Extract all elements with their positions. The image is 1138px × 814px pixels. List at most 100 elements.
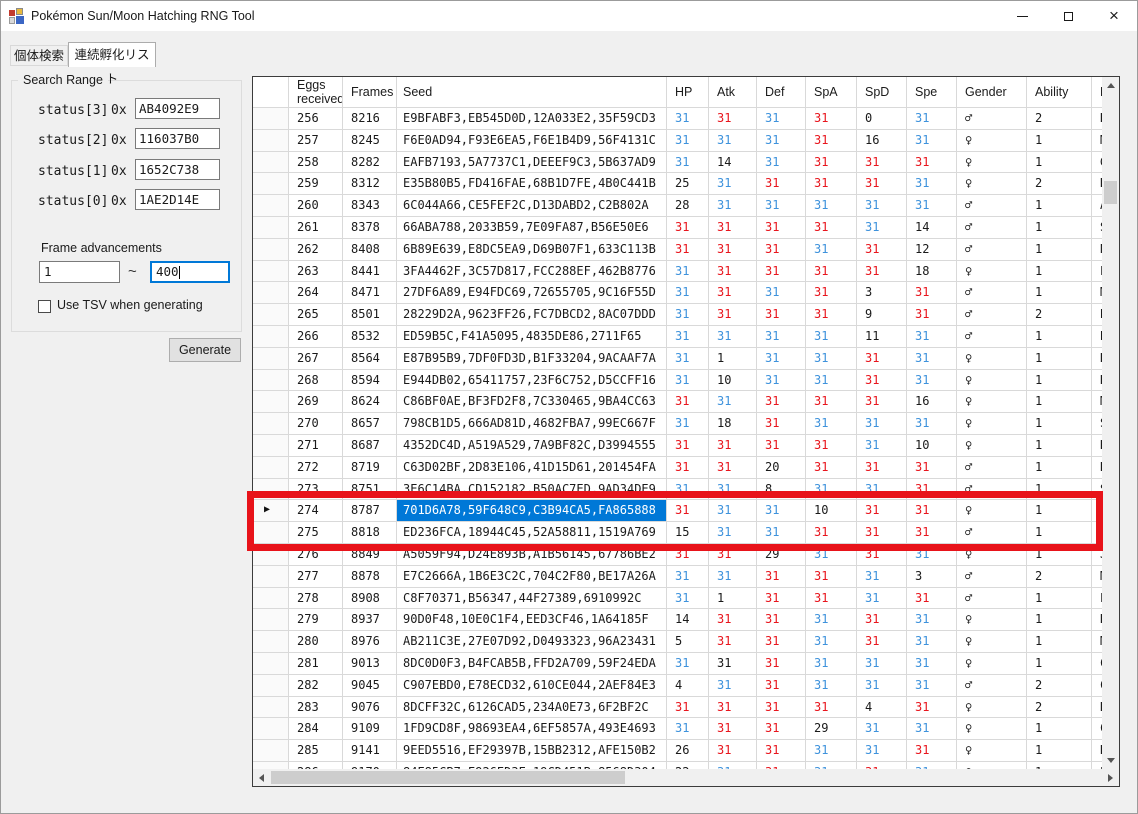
cell-frames[interactable]: 8594 bbox=[343, 370, 397, 391]
cell-ability[interactable]: 1 bbox=[1027, 326, 1092, 347]
cell-seed[interactable]: 27DF6A89,E94FDC69,72655705,9C16F55D bbox=[397, 282, 667, 303]
cell-def[interactable]: 31 bbox=[757, 588, 806, 609]
cell-spd[interactable]: 31 bbox=[857, 413, 907, 434]
cell-eggs-received[interactable]: 259 bbox=[289, 173, 343, 194]
status1-input[interactable]: 1652C738 bbox=[135, 159, 220, 180]
cell-ability[interactable]: 1 bbox=[1027, 370, 1092, 391]
cell-gender[interactable]: ♀ bbox=[957, 130, 1027, 151]
cell-hp[interactable]: 5 bbox=[667, 631, 709, 652]
cell-frames[interactable]: 8937 bbox=[343, 609, 397, 630]
cell-ability[interactable]: 1 bbox=[1027, 653, 1092, 674]
cell-seed[interactable]: 9EED5516,EF29397B,15BB2312,AFE150B2 bbox=[397, 740, 667, 761]
cell-hp[interactable]: 31 bbox=[667, 108, 709, 129]
cell-def[interactable]: 31 bbox=[757, 435, 806, 456]
scroll-right-button[interactable] bbox=[1102, 769, 1119, 786]
cell-spd[interactable]: 31 bbox=[857, 195, 907, 216]
cell-seed[interactable]: 6B89E639,E8DC5EA9,D69B07F1,633C113B bbox=[397, 239, 667, 260]
cell-eggs-received[interactable]: 282 bbox=[289, 675, 343, 696]
cell-seed[interactable]: C63D02BF,2D83E106,41D15D61,201454FA bbox=[397, 457, 667, 478]
cell-spe[interactable]: 31 bbox=[907, 282, 957, 303]
cell-spd[interactable]: 31 bbox=[857, 348, 907, 369]
cell-atk[interactable]: 1 bbox=[709, 588, 757, 609]
row-header-cell[interactable] bbox=[253, 718, 289, 739]
cell-spa[interactable]: 31 bbox=[806, 173, 857, 194]
cell-seed[interactable]: E9BFABF3,EB545D0D,12A033E2,35F59CD3 bbox=[397, 108, 667, 129]
cell-spa[interactable]: 31 bbox=[806, 217, 857, 238]
row-header-cell[interactable] bbox=[253, 588, 289, 609]
cell-spe[interactable]: 31 bbox=[907, 609, 957, 630]
cell-spe[interactable]: 31 bbox=[907, 631, 957, 652]
cell-eggs-received[interactable]: 265 bbox=[289, 304, 343, 325]
cell-spe[interactable]: 31 bbox=[907, 304, 957, 325]
cell-def[interactable]: 31 bbox=[757, 130, 806, 151]
cell-spa[interactable]: 31 bbox=[806, 152, 857, 173]
cell-spe[interactable]: 31 bbox=[907, 588, 957, 609]
cell-seed[interactable]: 66ABA788,2033B59,7E09FA87,B56E50E6 bbox=[397, 217, 667, 238]
cell-gender[interactable]: ♀ bbox=[957, 173, 1027, 194]
cell-atk[interactable]: 31 bbox=[709, 391, 757, 412]
cell-atk[interactable]: 31 bbox=[709, 609, 757, 630]
cell-atk[interactable]: 31 bbox=[709, 631, 757, 652]
cell-eggs-received[interactable]: 280 bbox=[289, 631, 343, 652]
cell-frames[interactable]: 8908 bbox=[343, 588, 397, 609]
cell-gender[interactable]: ♀ bbox=[957, 609, 1027, 630]
cell-hp[interactable]: 26 bbox=[667, 740, 709, 761]
cell-eggs-received[interactable]: 281 bbox=[289, 653, 343, 674]
cell-ability[interactable]: 1 bbox=[1027, 588, 1092, 609]
cell-gender[interactable]: ♀ bbox=[957, 435, 1027, 456]
cell-seed[interactable]: 4352DC4D,A519A529,7A9BF82C,D3994555 bbox=[397, 435, 667, 456]
cell-seed[interactable]: 8DC0D0F3,B4FCAB5B,FFD2A709,59F24EDA bbox=[397, 653, 667, 674]
cell-hp[interactable]: 31 bbox=[667, 457, 709, 478]
cell-hp[interactable]: 31 bbox=[667, 413, 709, 434]
cell-def[interactable]: 31 bbox=[757, 697, 806, 718]
cell-atk[interactable]: 31 bbox=[709, 653, 757, 674]
cell-frames[interactable]: 8719 bbox=[343, 457, 397, 478]
cell-ability[interactable]: 1 bbox=[1027, 282, 1092, 303]
cell-spa[interactable]: 31 bbox=[806, 435, 857, 456]
row-header-cell[interactable] bbox=[253, 675, 289, 696]
cell-eggs-received[interactable]: 256 bbox=[289, 108, 343, 129]
cell-def[interactable]: 31 bbox=[757, 348, 806, 369]
cell-def[interactable]: 31 bbox=[757, 391, 806, 412]
cell-seed[interactable]: C8F70371,B56347,44F27389,6910992C bbox=[397, 588, 667, 609]
cell-spd[interactable]: 31 bbox=[857, 435, 907, 456]
cell-nature[interactable]: S bbox=[1092, 413, 1102, 434]
cell-gender[interactable]: ♂ bbox=[957, 326, 1027, 347]
row-header-cell[interactable] bbox=[253, 653, 289, 674]
cell-def[interactable]: 31 bbox=[757, 282, 806, 303]
cell-def[interactable]: 31 bbox=[757, 173, 806, 194]
header-eggs-received[interactable]: Eggs received bbox=[289, 77, 343, 108]
cell-frames[interactable]: 9141 bbox=[343, 740, 397, 761]
cell-spa[interactable]: 31 bbox=[806, 740, 857, 761]
header-seed[interactable]: Seed bbox=[397, 77, 667, 108]
cell-spa[interactable]: 31 bbox=[806, 370, 857, 391]
cell-spa[interactable]: 31 bbox=[806, 609, 857, 630]
cell-nature[interactable]: G bbox=[1092, 152, 1102, 173]
cell-atk[interactable]: 10 bbox=[709, 370, 757, 391]
header-spe[interactable]: Spe bbox=[907, 77, 957, 108]
cell-def[interactable]: 20 bbox=[757, 457, 806, 478]
cell-gender[interactable]: ♀ bbox=[957, 653, 1027, 674]
cell-hp[interactable]: 31 bbox=[667, 718, 709, 739]
cell-ability[interactable]: 1 bbox=[1027, 195, 1092, 216]
cell-gender[interactable]: ♀ bbox=[957, 631, 1027, 652]
cell-nature[interactable]: L bbox=[1092, 762, 1102, 769]
generate-button[interactable]: Generate bbox=[169, 338, 241, 362]
cell-seed[interactable]: E7C2666A,1B6E3C2C,704C2F80,BE17A26A bbox=[397, 566, 667, 587]
cell-eggs-received[interactable]: 285 bbox=[289, 740, 343, 761]
cell-ability[interactable]: 2 bbox=[1027, 566, 1092, 587]
cell-atk[interactable]: 31 bbox=[709, 718, 757, 739]
row-header-cell[interactable] bbox=[253, 457, 289, 478]
cell-gender[interactable]: ♂ bbox=[957, 239, 1027, 260]
cell-ability[interactable]: 2 bbox=[1027, 675, 1092, 696]
cell-ability[interactable]: 1 bbox=[1027, 391, 1092, 412]
cell-spd[interactable]: 31 bbox=[857, 675, 907, 696]
cell-eggs-received[interactable]: 272 bbox=[289, 457, 343, 478]
row-header-cell[interactable] bbox=[253, 239, 289, 260]
cell-spe[interactable]: 31 bbox=[907, 370, 957, 391]
cell-seed[interactable]: 84E85CB7,E926ED3E,19CD451B,8568D304 bbox=[397, 762, 667, 769]
cell-nature[interactable]: H bbox=[1092, 609, 1102, 630]
cell-eggs-received[interactable]: 277 bbox=[289, 566, 343, 587]
cell-spa[interactable]: 31 bbox=[806, 457, 857, 478]
horizontal-scrollbar[interactable] bbox=[253, 769, 1119, 786]
